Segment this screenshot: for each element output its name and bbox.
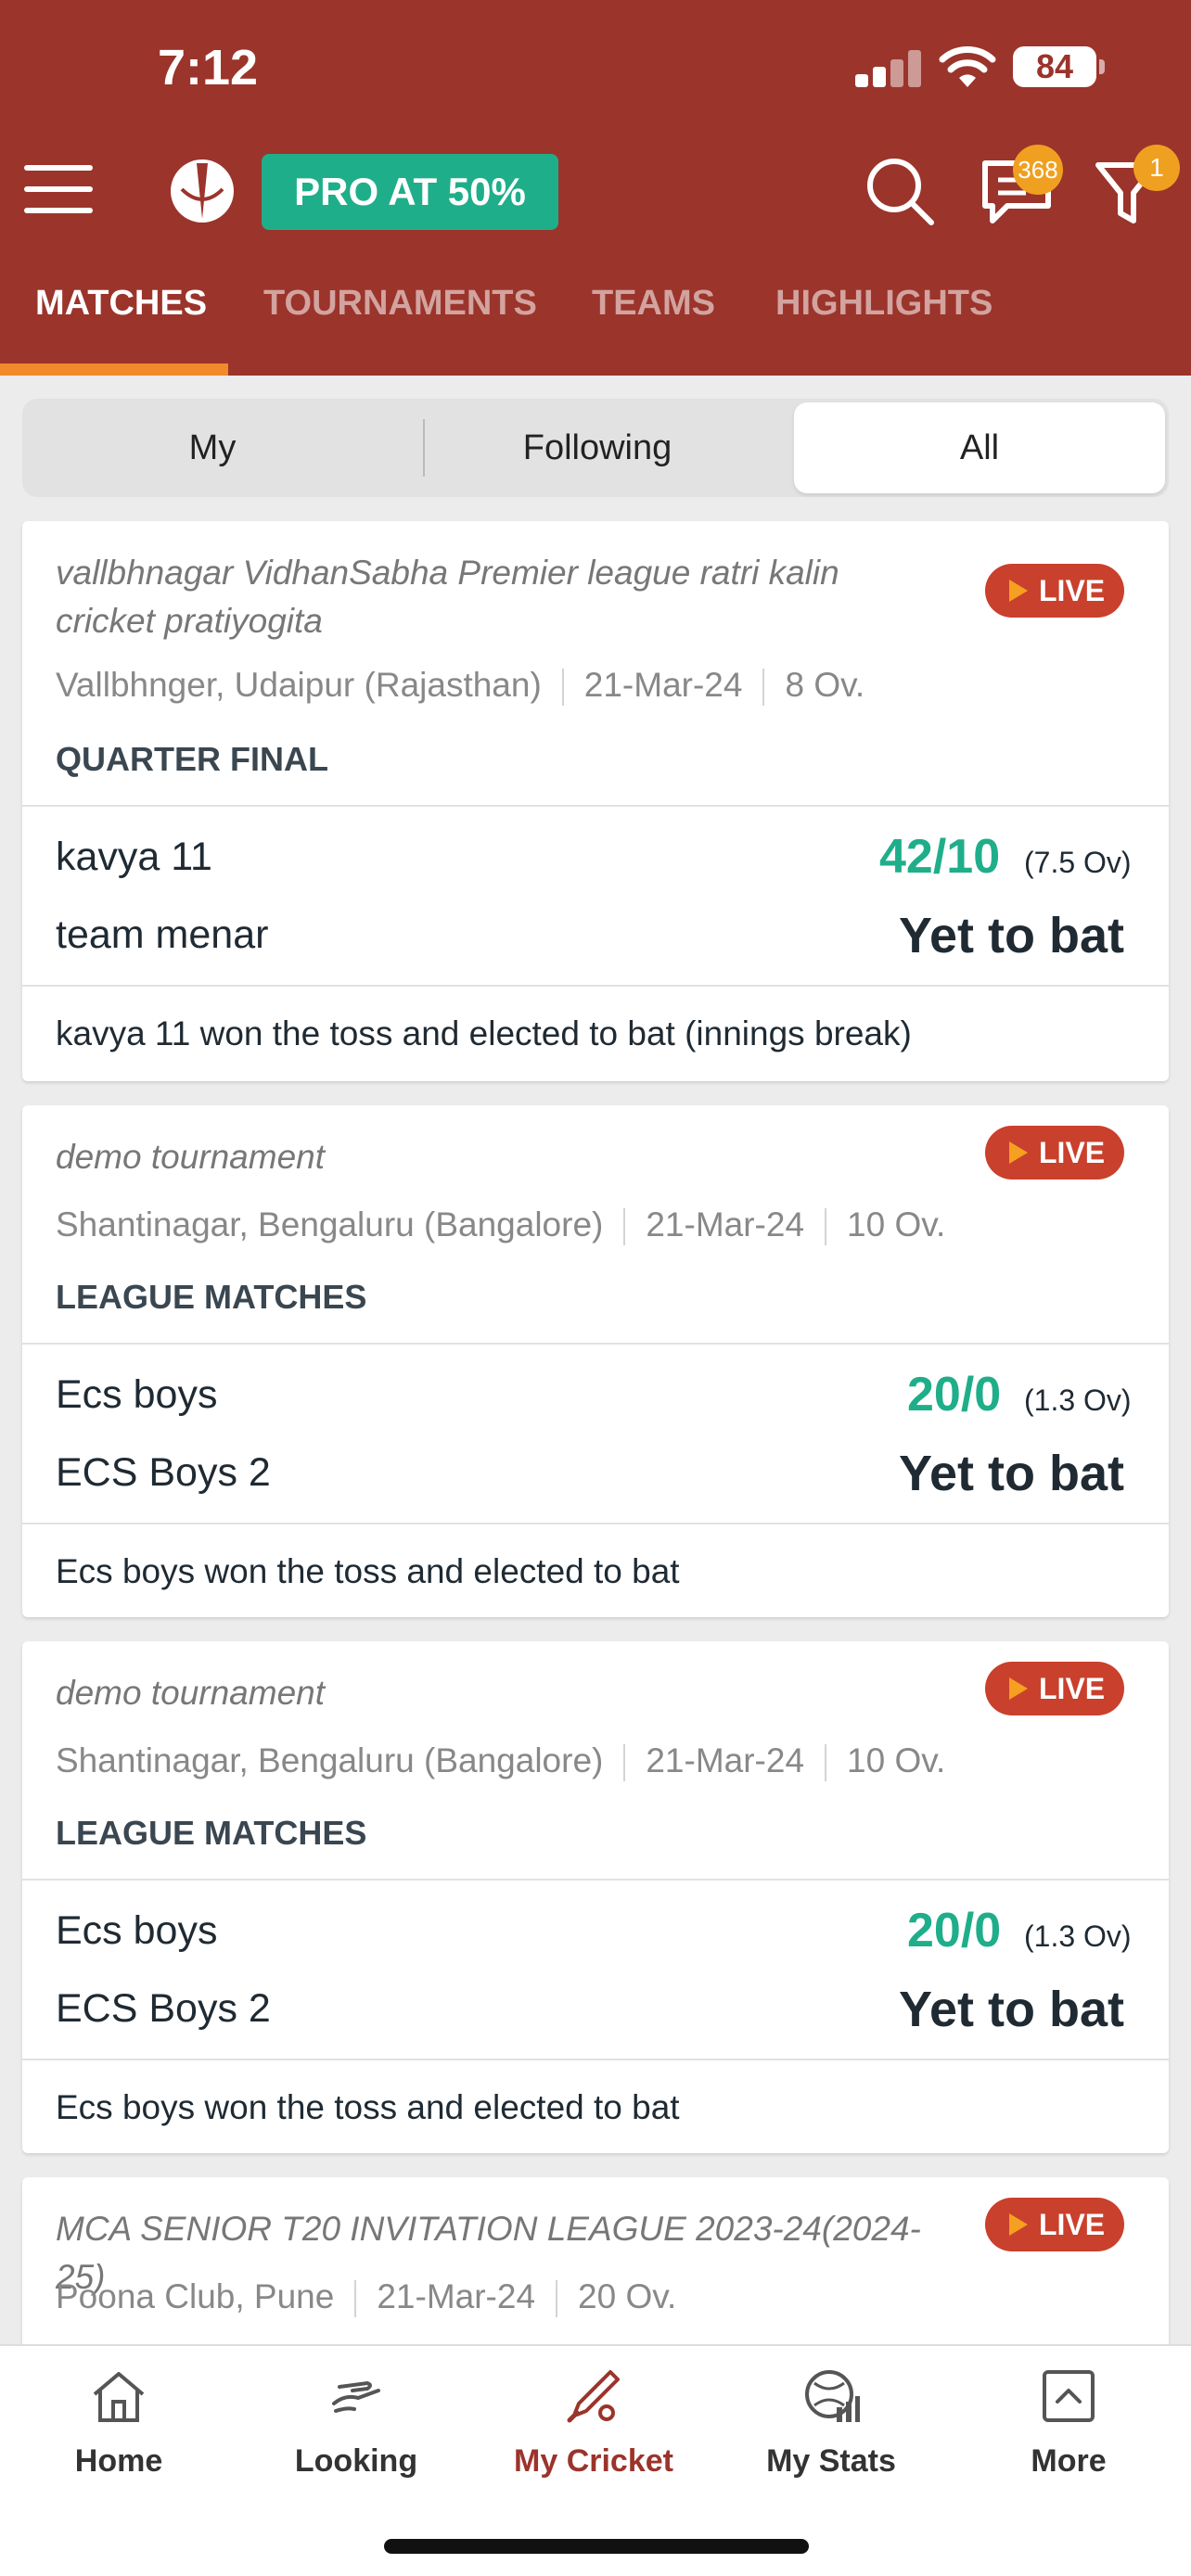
pro-offer-button[interactable]: PRO AT 50%	[262, 154, 558, 230]
match-card[interactable]: demo tournament LIVE Shantinagar, Bengal…	[22, 1105, 1169, 1617]
home-icon	[93, 2372, 145, 2422]
match-meta: Shantinagar, Bengaluru (Bangalore) 21-Mar…	[56, 1205, 946, 1246]
divider	[22, 2059, 1169, 2060]
team1-overs: (1.3 Ov)	[1024, 1919, 1132, 1953]
match-meta: Poona Club, Pune 21-Mar-24 20 Ov.	[56, 2277, 677, 2318]
divider	[22, 985, 1169, 987]
nav-label: Looking	[294, 2443, 418, 2479]
team2-name: team menar	[56, 912, 269, 957]
divider	[22, 1523, 1169, 1524]
match-card[interactable]: demo tournament LIVE Shantinagar, Bengal…	[22, 1641, 1169, 2153]
tab-tournaments[interactable]: TOURNAMENTS	[263, 269, 537, 376]
match-meta: Vallbhnger, Udaipur (Rajasthan) 21-Mar-24…	[56, 666, 865, 707]
match-date: 21-Mar-24	[583, 666, 743, 704]
tab-highlights[interactable]: HIGHLIGHTS	[775, 269, 992, 376]
match-location: Poona Club, Pune	[56, 2277, 335, 2315]
team2-name: ECS Boys 2	[56, 1986, 271, 2031]
match-filter-segmented: My Following All	[22, 399, 1169, 497]
team1-score: 20/0	[907, 1368, 1002, 1422]
live-badge: LIVE	[985, 1662, 1124, 1715]
match-overs: 8 Ov.	[785, 666, 865, 704]
play-icon	[1009, 1141, 1028, 1164]
match-location: Vallbhnger, Udaipur (Rajasthan)	[56, 666, 542, 704]
chat-badge: 368	[1013, 145, 1063, 195]
tournament-name: demo tournament	[56, 1674, 326, 1712]
team2-name: ECS Boys 2	[56, 1450, 271, 1495]
battery-indicator: 84	[1013, 46, 1105, 87]
match-date: 21-Mar-24	[646, 1741, 805, 1779]
cricket-bat-icon	[567, 2370, 620, 2423]
search-icon[interactable]	[863, 154, 937, 228]
active-tab-indicator	[0, 363, 228, 376]
team2-status: Yet to bat	[898, 1446, 1124, 1501]
nav-label: My Stats	[766, 2443, 896, 2479]
main-tabs: MATCHES TOURNAMENTS TEAMS HIGHLIGHTS	[0, 269, 1191, 376]
segment-all[interactable]: All	[794, 402, 1165, 493]
nav-my-cricket[interactable]: My Cricket	[475, 2346, 712, 2504]
menu-icon[interactable]	[24, 163, 93, 215]
segment-following[interactable]: Following	[412, 399, 783, 497]
nav-more[interactable]: More	[950, 2346, 1187, 2504]
match-date: 21-Mar-24	[377, 2277, 536, 2315]
looking-icon	[332, 2380, 380, 2413]
live-badge: LIVE	[985, 2198, 1124, 2251]
team1-name: kavya 11	[56, 835, 212, 879]
match-location: Shantinagar, Bengaluru (Bangalore)	[56, 1741, 604, 1779]
divider	[22, 805, 1169, 807]
team2-status: Yet to bat	[898, 908, 1124, 963]
match-overs: 20 Ov.	[578, 2277, 677, 2315]
segment-my[interactable]: My	[22, 399, 403, 497]
match-location: Shantinagar, Bengaluru (Bangalore)	[56, 1205, 604, 1243]
team1-name: Ecs boys	[56, 1908, 218, 1953]
match-round: LEAGUE MATCHES	[56, 1278, 367, 1316]
match-card[interactable]: vallbhnagar VidhanSabha Premier league r…	[22, 521, 1169, 1081]
team1-overs: (1.3 Ov)	[1024, 1384, 1132, 1417]
team1-name: Ecs boys	[56, 1372, 218, 1417]
play-icon	[1009, 580, 1028, 602]
play-icon	[1009, 2213, 1028, 2236]
nav-looking[interactable]: Looking	[237, 2346, 475, 2504]
match-card[interactable]: MCA SENIOR T20 INVITATION LEAGUE 2023-24…	[22, 2177, 1169, 2363]
nav-home[interactable]: Home	[0, 2346, 237, 2504]
app-header: 7:12 84 PRO AT 50% 368 1 MATCHES TOURNAM…	[0, 0, 1191, 376]
status-bar: 7:12 84	[0, 0, 1191, 139]
match-status: Ecs boys won the toss and elected to bat	[56, 2088, 680, 2126]
stats-icon	[805, 2370, 860, 2422]
live-badge: LIVE	[985, 1126, 1124, 1180]
tournament-name: vallbhnagar VidhanSabha Premier league r…	[56, 554, 839, 640]
team2-status: Yet to bat	[898, 1982, 1124, 2037]
more-icon	[1043, 2370, 1095, 2422]
tournament-name: demo tournament	[56, 1138, 326, 1176]
cellular-signal-icon	[855, 50, 921, 87]
app-logo-icon	[171, 159, 234, 223]
wifi-icon	[939, 46, 996, 87]
match-status: Ecs boys won the toss and elected to bat	[56, 1552, 680, 1590]
divider	[22, 1879, 1169, 1881]
team1-score: 42/10	[879, 830, 1001, 884]
team1-overs: (7.5 Ov)	[1024, 846, 1132, 879]
nav-label: More	[1031, 2443, 1107, 2479]
match-overs: 10 Ov.	[847, 1205, 946, 1243]
nav-label: My Cricket	[514, 2443, 673, 2479]
live-badge: LIVE	[985, 564, 1124, 618]
divider	[22, 1343, 1169, 1345]
match-round: QUARTER FINAL	[56, 740, 328, 778]
nav-label: Home	[74, 2443, 163, 2479]
status-time: 7:12	[158, 40, 259, 96]
match-status: kavya 11 won the toss and elected to bat…	[56, 1014, 912, 1052]
match-overs: 10 Ov.	[847, 1741, 946, 1779]
match-round: LEAGUE MATCHES	[56, 1814, 367, 1852]
team1-score: 20/0	[907, 1904, 1002, 1958]
tab-teams[interactable]: TEAMS	[592, 269, 715, 376]
match-date: 21-Mar-24	[646, 1205, 805, 1243]
match-meta: Shantinagar, Bengaluru (Bangalore) 21-Mar…	[56, 1741, 946, 1782]
play-icon	[1009, 1677, 1028, 1700]
tab-matches[interactable]: MATCHES	[35, 269, 207, 376]
filter-badge: 1	[1133, 145, 1180, 191]
nav-my-stats[interactable]: My Stats	[712, 2346, 950, 2504]
home-indicator	[384, 2539, 809, 2554]
